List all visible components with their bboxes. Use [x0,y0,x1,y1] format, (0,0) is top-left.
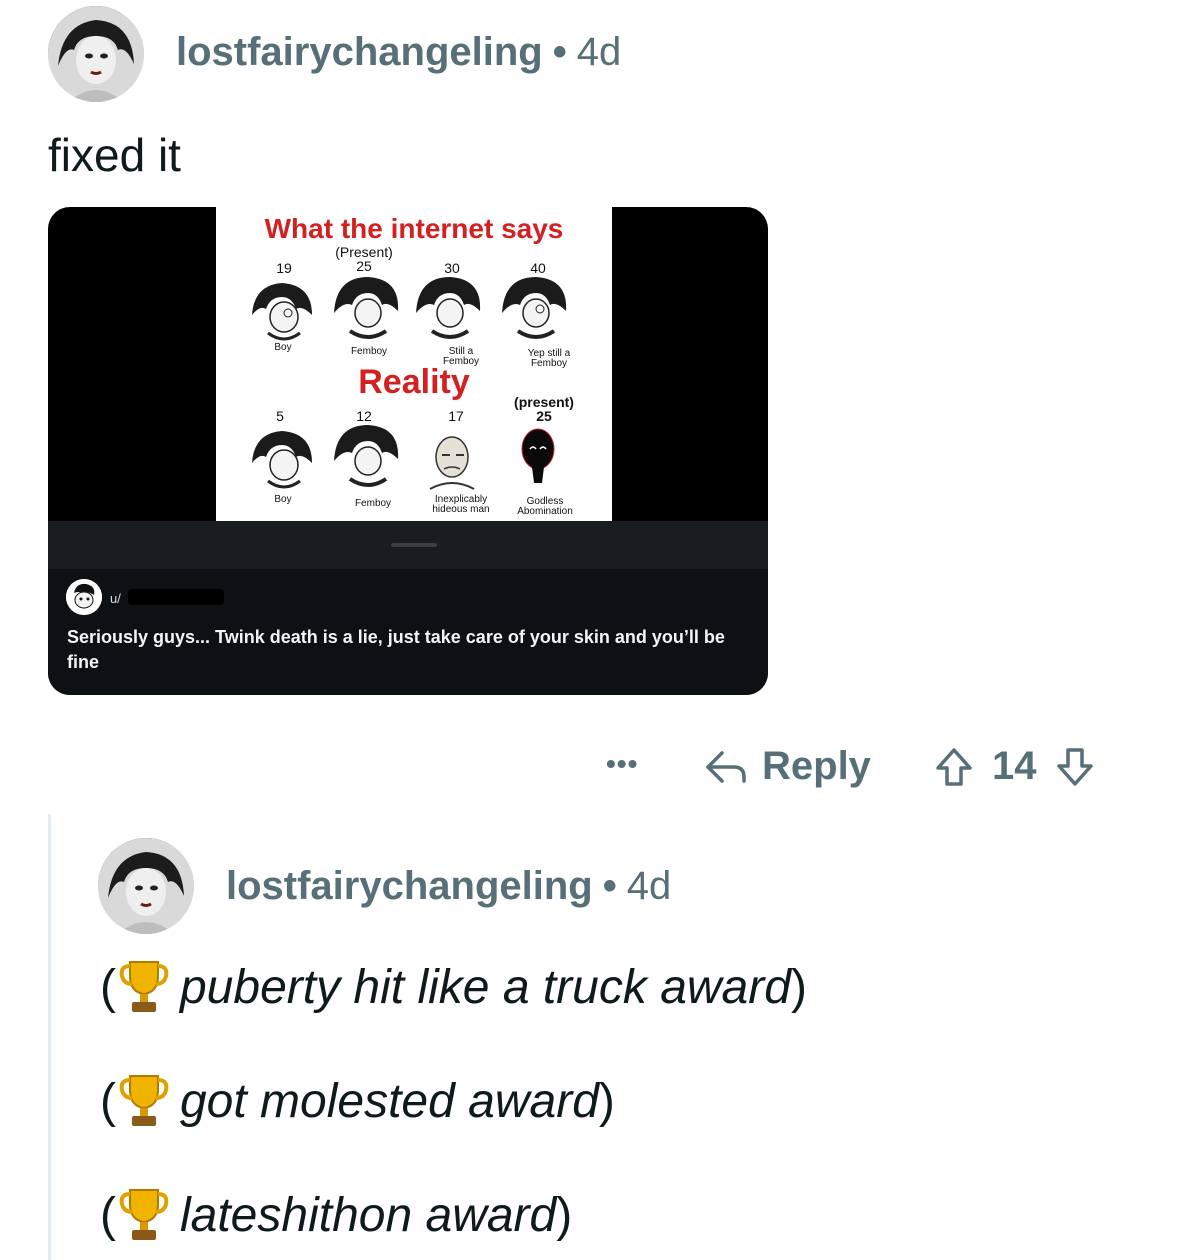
award-line: ( got molested award ) [100,1072,615,1130]
meme-image: What the internet says 19 (Present) 25 3… [216,207,612,521]
portrait-icon [98,838,194,934]
meme-age: 19 [276,260,292,276]
open-paren: ( [100,960,116,1014]
reply-arrow-icon [706,750,746,783]
redaction-bar [128,589,224,605]
more-options-button[interactable]: ••• [606,748,638,780]
author-username[interactable]: lostfairychangeling [226,864,593,908]
cartoon-figure-icon [334,425,399,487]
screenshot-caption-overlay: u/ Seriously guys... Twink death is a li… [48,521,768,695]
meme-label: Inexplicably hideous man [432,494,490,515]
author-avatar[interactable] [48,6,144,102]
close-paren: ) [790,960,807,1014]
vote-controls: 14 [934,744,1095,789]
meme-age: (present) 25 [514,394,574,424]
award-line: ( lateshithon award ) [100,1186,572,1244]
meme-label: Boy [274,342,292,353]
portrait-icon [48,6,144,102]
trophy-icon [119,1075,169,1126]
award-text: lateshithon award [179,1188,557,1242]
cartoon-figure-icon [334,277,399,339]
comment-image[interactable]: What the internet says 19 (Present) 25 3… [48,207,768,695]
meme-label: Boy [274,494,292,505]
author-line: lostfairychangeling • 4d [176,30,621,75]
drag-handle [391,543,437,547]
author-avatar[interactable] [98,838,194,934]
vote-score: 14 [992,744,1037,788]
comment-age: 4d [576,30,622,74]
meme-age: (Present) 25 [335,244,393,274]
reply-label: Reply [762,744,871,788]
meta-separator: • [552,30,567,74]
close-paren: ) [598,1074,615,1128]
old-man-figure-icon [429,436,475,490]
meme-age: 5 [276,408,284,424]
comment-age: 4d [626,864,672,908]
snoo-avatar-icon [66,579,102,615]
meme-label: Femboy [354,498,392,509]
silhouette-figure-icon [521,428,555,483]
cartoon-figure-icon [502,277,567,339]
award-text: got molested award [179,1074,599,1128]
close-paren: ) [556,1188,573,1242]
overlay-avatar [66,579,102,615]
open-paren: ( [100,1188,116,1242]
author-line: lostfairychangeling • 4d [226,864,671,909]
meme-label: Femboy [350,346,388,357]
cartoon-figure-icon [252,283,312,341]
upvote-arrow-icon[interactable] [934,746,974,788]
cartoon-figure-icon [416,277,481,339]
trophy-icon [119,1189,169,1240]
reply-button[interactable]: Reply [704,744,871,789]
award-line: ( puberty hit like a truck award ) [100,958,807,1016]
downvote-arrow-icon[interactable] [1055,746,1095,788]
meta-separator: • [602,864,617,908]
meme-age: 17 [448,408,464,424]
author-username[interactable]: lostfairychangeling [176,30,543,74]
cartoon-figure-icon [252,431,312,489]
overlay-username: u/ [110,591,121,606]
trophy-icon [119,961,169,1012]
meme-label: Godless Abomination [517,496,573,517]
open-paren: ( [100,1074,116,1128]
comment-body: fixed it [48,129,181,181]
award-text: puberty hit like a truck award [179,960,791,1014]
overlay-caption: Seriously guys... Twink death is a lie, … [67,627,725,672]
thread-line[interactable] [48,814,51,1260]
comment-actions: ••• Reply 14 [0,740,1179,796]
meme-title-top: What the internet says [264,213,564,244]
